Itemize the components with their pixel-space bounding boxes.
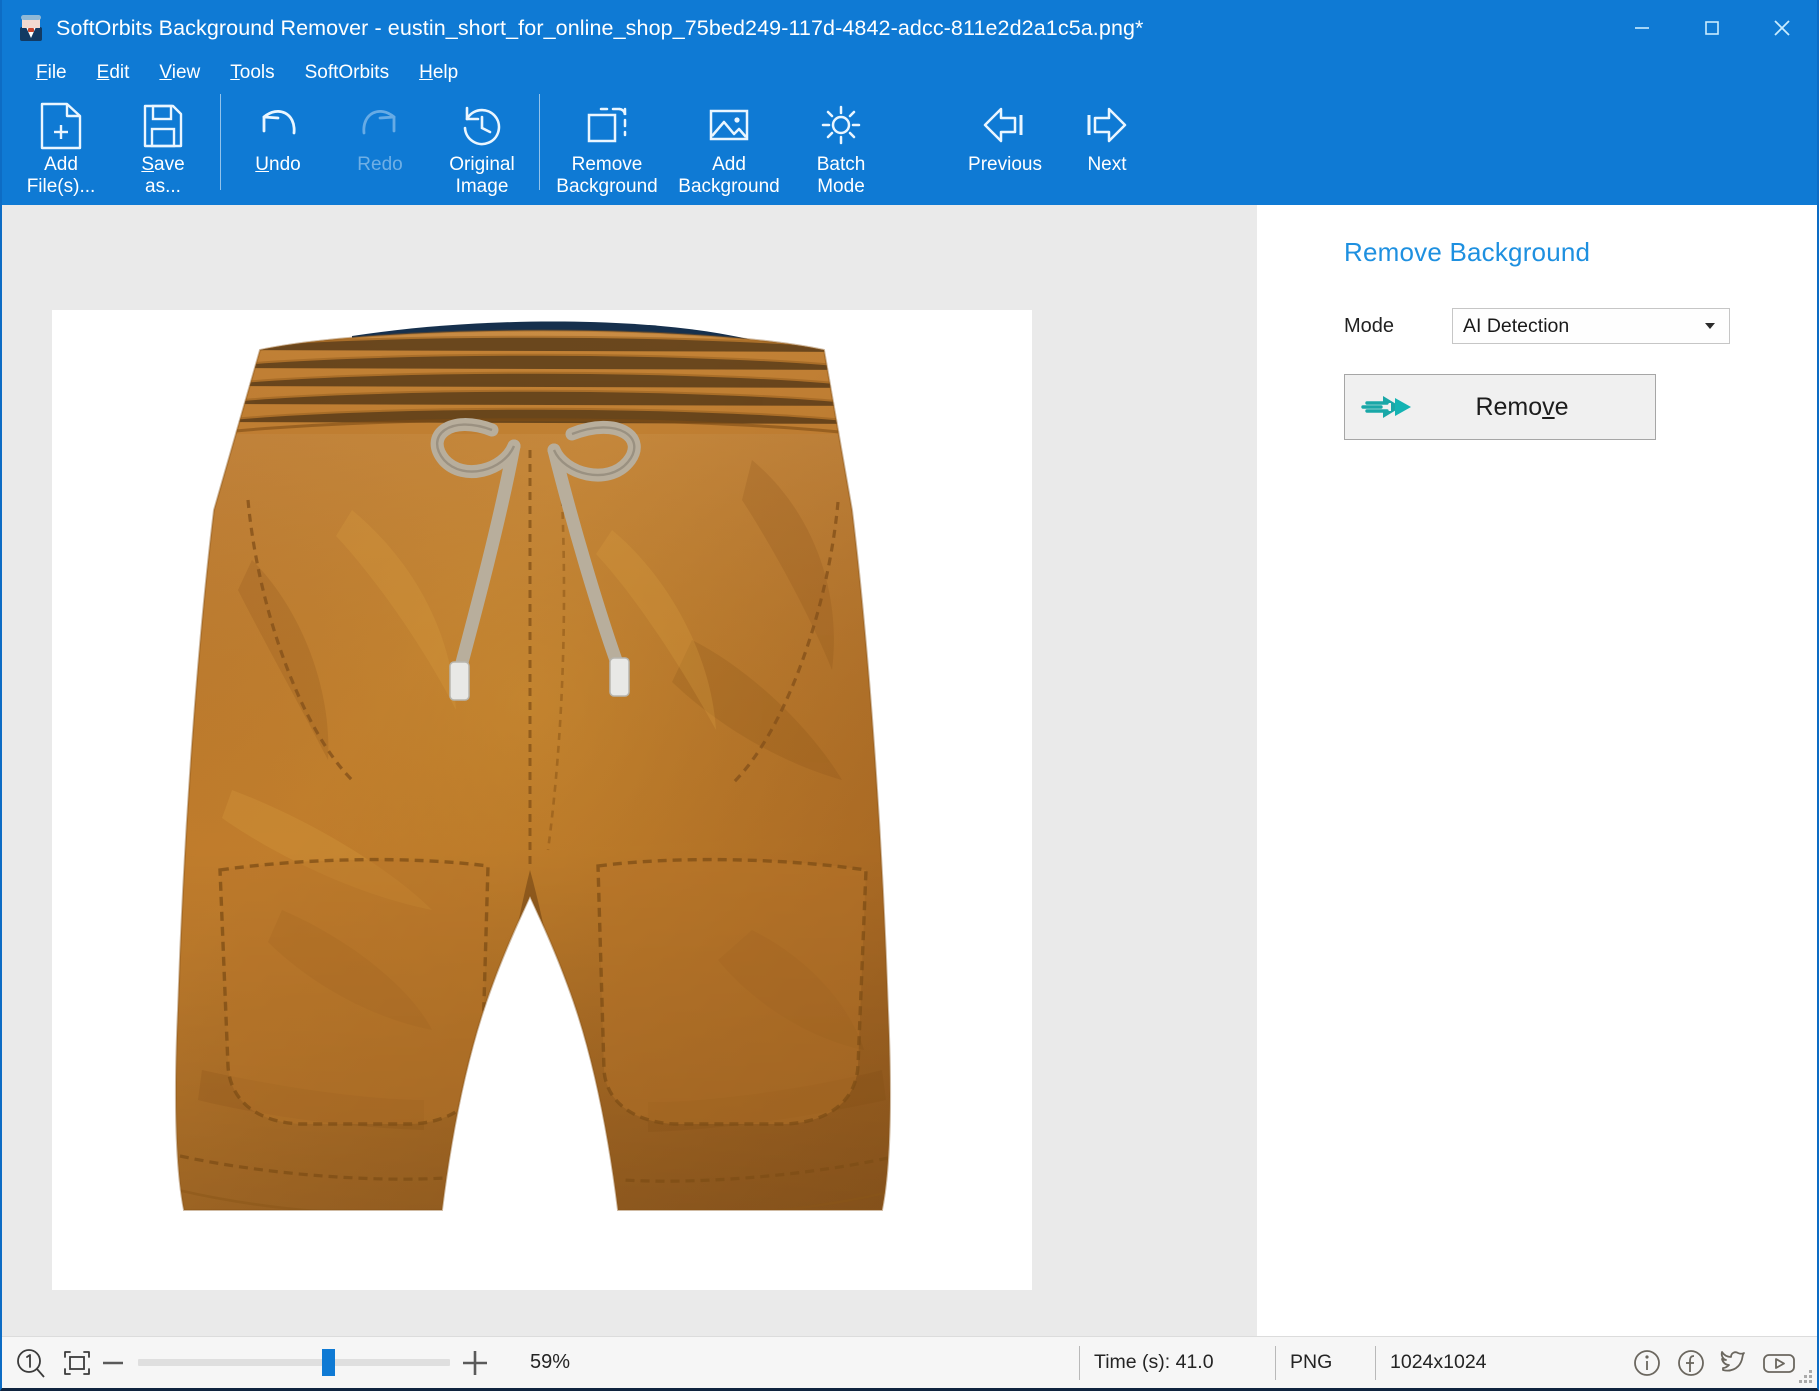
toolbar-redo-label: Redo (357, 154, 402, 176)
menu-tools[interactable]: Tools (218, 59, 286, 87)
menu-help[interactable]: Help (407, 59, 470, 87)
double-arrow-right-icon (1361, 392, 1415, 422)
zoom-percent: 59% (530, 1351, 620, 1374)
toolbar-separator-1 (220, 94, 221, 190)
twitter-bird-icon[interactable] (1715, 1343, 1755, 1383)
undo-arrow-icon (252, 98, 304, 154)
crop-selection-icon (581, 98, 633, 154)
zoom-out-button[interactable] (94, 1344, 132, 1382)
tool-options-panel: Remove Background Mode AI Detection Remo… (1302, 205, 1817, 1336)
toolbar-add-files-button[interactable]: AddFile(s)... (10, 90, 112, 198)
status-dimensions: 1024x1024 (1375, 1346, 1627, 1380)
mode-select-value: AI Detection (1463, 315, 1569, 338)
arrow-right-bar-icon (1081, 98, 1133, 154)
maximize-button[interactable] (1677, 0, 1747, 56)
floppy-disk-icon (140, 98, 186, 154)
gear-icon (816, 98, 866, 154)
window-title: SoftOrbits Background Remover - eustin_s… (56, 16, 1144, 41)
toolbar-next-label: Next (1087, 154, 1126, 176)
zoom-1-to-1-icon[interactable] (14, 1346, 48, 1380)
document-plus-icon (38, 98, 84, 154)
toolbar-remove-background-label: RemoveBackground (556, 154, 657, 198)
fit-to-window-icon[interactable] (60, 1346, 94, 1380)
main-toolbar: AddFile(s)... Saveas... Undo (2, 90, 1817, 205)
social-links (1627, 1343, 1799, 1383)
zoom-slider[interactable] (138, 1344, 450, 1382)
image-preview (52, 310, 1032, 1290)
window-controls (1607, 0, 1817, 56)
youtube-play-icon[interactable] (1759, 1343, 1799, 1383)
toolbar-remove-background-button[interactable]: RemoveBackground (546, 90, 668, 198)
image-canvas[interactable] (2, 205, 1257, 1336)
mode-select[interactable]: AI Detection (1452, 308, 1730, 344)
mode-row: Mode AI Detection (1302, 308, 1817, 344)
remove-button-label: Remove (1415, 393, 1655, 422)
info-circle-icon[interactable] (1627, 1343, 1667, 1383)
zoom-in-button[interactable] (456, 1344, 494, 1382)
menu-bar: File Edit View Tools SoftOrbits Help (2, 56, 1817, 90)
toolbar-undo-button[interactable]: Undo (227, 90, 329, 198)
redo-arrow-icon (354, 98, 406, 154)
app-logo-icon (18, 15, 44, 41)
toolbar-add-files-label: AddFile(s)... (27, 154, 96, 198)
toolbar-undo-label: Undo (255, 154, 300, 176)
toolbar-original-image-button[interactable]: OriginalImage (431, 90, 533, 198)
shorts-image (52, 310, 1032, 1290)
close-button[interactable] (1747, 0, 1817, 56)
toolbar-save-as-label: Saveas... (141, 154, 184, 198)
status-time: Time (s): 41.0 (1079, 1346, 1275, 1380)
toolbar-redo-button[interactable]: Redo (329, 90, 431, 198)
toolbar-separator-2 (539, 94, 540, 190)
resize-grip[interactable] (1799, 1370, 1813, 1384)
menu-view[interactable]: View (147, 59, 212, 87)
toolbar-batch-mode-button[interactable]: BatchMode (790, 90, 892, 198)
menu-file[interactable]: File (24, 59, 79, 87)
mode-label: Mode (1344, 315, 1452, 338)
toolbar-add-background-label: AddBackground (678, 154, 779, 198)
menu-softorbits[interactable]: SoftOrbits (293, 59, 401, 87)
work-area: Remove Background Mode AI Detection Remo… (2, 205, 1817, 1336)
history-clock-icon (457, 98, 507, 154)
panel-gutter (1257, 205, 1302, 1336)
toolbar-batch-mode-label: BatchMode (817, 154, 866, 198)
toolbar-next-button[interactable]: Next (1056, 90, 1158, 198)
panel-title: Remove Background (1302, 205, 1817, 268)
chevron-down-icon (1705, 323, 1715, 329)
title-bar: SoftOrbits Background Remover - eustin_s… (2, 0, 1817, 56)
arrow-left-bar-icon (979, 98, 1031, 154)
menu-edit[interactable]: Edit (85, 59, 142, 87)
toolbar-previous-label: Previous (968, 154, 1042, 176)
status-bar: 59% Time (s): 41.0 PNG 1024x1024 (2, 1336, 1817, 1388)
toolbar-save-as-button[interactable]: Saveas... (112, 90, 214, 198)
picture-icon (703, 98, 755, 154)
toolbar-add-background-button[interactable]: AddBackground (668, 90, 790, 198)
facebook-icon[interactable] (1671, 1343, 1711, 1383)
application-window: SoftOrbits Background Remover - eustin_s… (0, 0, 1819, 1391)
toolbar-original-image-label: OriginalImage (449, 154, 514, 198)
zoom-slider-track (138, 1359, 450, 1366)
zoom-slider-thumb[interactable] (322, 1349, 335, 1376)
minimize-button[interactable] (1607, 0, 1677, 56)
remove-button[interactable]: Remove (1344, 374, 1656, 440)
toolbar-previous-button[interactable]: Previous (954, 90, 1056, 198)
status-format: PNG (1275, 1346, 1375, 1380)
